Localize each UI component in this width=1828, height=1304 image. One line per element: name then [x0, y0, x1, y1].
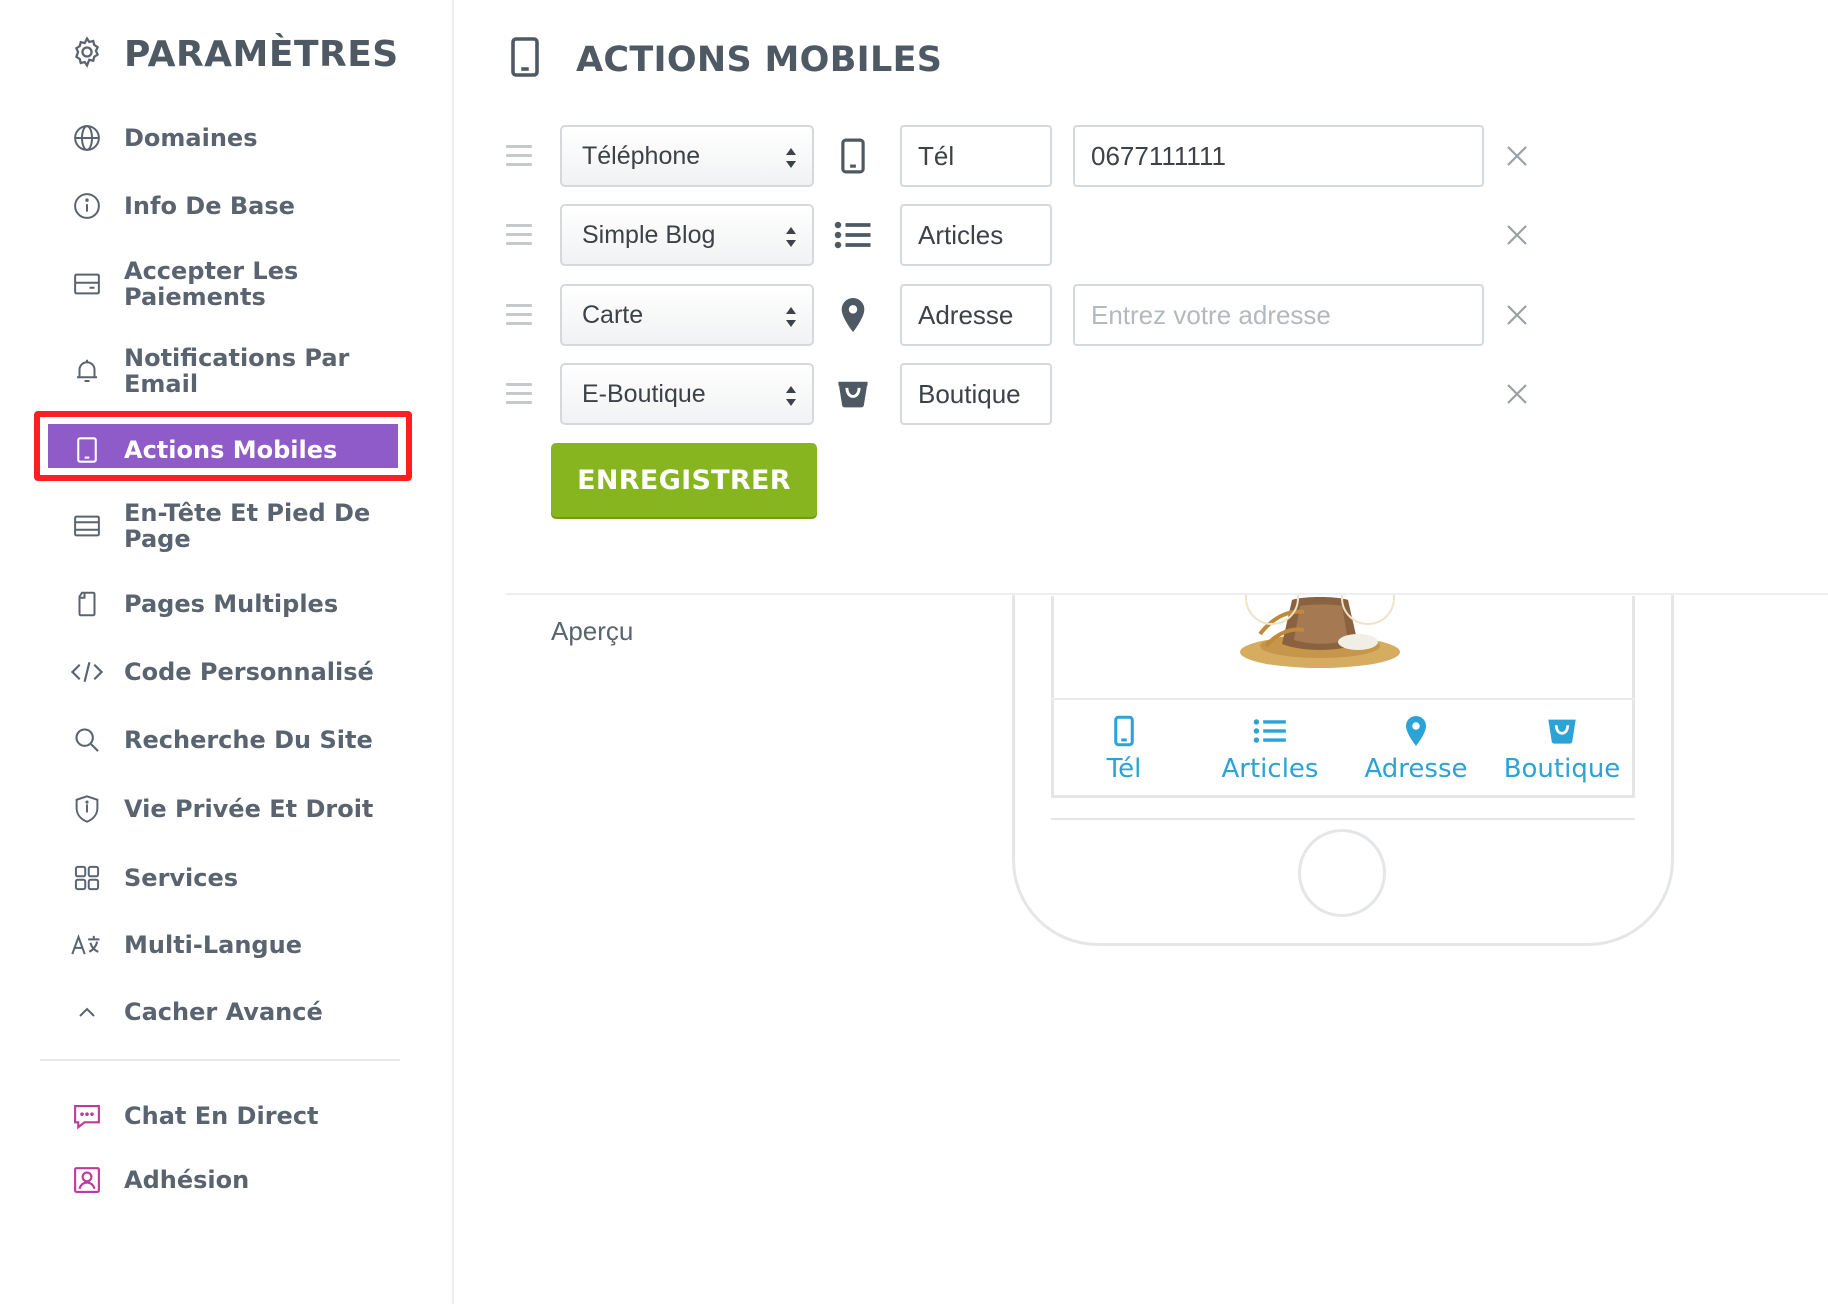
preview-tab-label: Boutique: [1503, 754, 1621, 784]
sidebar-item-recherche-du-site[interactable]: Recherche Du Site: [70, 723, 404, 757]
phone-number-input[interactable]: [1073, 125, 1484, 187]
phone-icon: [1107, 714, 1141, 748]
phone-home-button: [1298, 829, 1386, 917]
code-icon: [70, 655, 104, 689]
preview-image-mask: [1008, 462, 1678, 594]
sidebar-item-multi-langue[interactable]: Multi-Langue: [70, 928, 404, 962]
sidebar-item-label: Adhésion: [124, 1166, 250, 1194]
drag-handle-icon[interactable]: [506, 383, 532, 405]
select-arrows-icon: [786, 148, 796, 168]
search-icon: [70, 723, 104, 757]
sidebar-header: PARAMÈTRES: [70, 34, 399, 75]
select-value: E-Boutique: [582, 379, 706, 408]
drag-handle-icon[interactable]: [506, 145, 532, 167]
close-icon[interactable]: [1502, 141, 1532, 171]
close-icon[interactable]: [1502, 300, 1532, 330]
sidebar-item-services[interactable]: Services: [70, 861, 404, 895]
sidebar-item-label: Chat En Direct: [124, 1102, 319, 1130]
preview-tab-label: Articles: [1221, 754, 1319, 784]
chat-icon: [70, 1099, 104, 1133]
sidebar-item-vie-privee-et-droit[interactable]: Vie Privée Et Droit: [70, 792, 404, 826]
preview-tab-articles[interactable]: Articles: [1197, 700, 1343, 798]
grid-icon: [70, 861, 104, 895]
sidebar-title: PARAMÈTRES: [124, 34, 399, 75]
action-type-select[interactable]: Simple Blog: [560, 204, 814, 266]
mobile-action-bar: Tél Articles Adresse Boutique: [1051, 698, 1635, 798]
sidebar-item-label: Recherche Du Site: [124, 726, 373, 754]
select-value: Simple Blog: [582, 220, 716, 249]
close-icon[interactable]: [1502, 379, 1532, 409]
sidebar-item-code-personnalise[interactable]: Code Personnalisé: [70, 655, 404, 689]
sidebar-item-adhesion[interactable]: Adhésion: [70, 1163, 404, 1197]
action-type-select[interactable]: Carte: [560, 284, 814, 346]
address-input[interactable]: [1073, 284, 1484, 346]
sidebar-item-en-tete-et-pied-de-page[interactable]: En-Tête Et Pied De Page: [70, 500, 404, 552]
map-pin-icon: [834, 296, 872, 334]
action-label-input[interactable]: [900, 363, 1052, 425]
list-icon: [1253, 714, 1287, 748]
sidebar-item-label: Services: [124, 864, 239, 892]
phone-icon: [510, 36, 540, 83]
pages-icon: [70, 587, 104, 621]
preview-tab-tel[interactable]: Tél: [1051, 700, 1197, 798]
sidebar-item-actions-mobiles[interactable]: Actions Mobiles: [70, 433, 404, 467]
close-icon[interactable]: [1502, 220, 1532, 250]
chevron-up-icon: [70, 995, 104, 1029]
sidebar-item-pages-multiples[interactable]: Pages Multiples: [70, 587, 404, 621]
settings-sidebar: PARAMÈTRES Domaines Info De Base Accepte…: [0, 0, 454, 1304]
sidebar-item-label: Multi-Langue: [124, 931, 302, 959]
action-label-input[interactable]: [900, 284, 1052, 346]
preview-tab-boutique[interactable]: Boutique: [1489, 700, 1635, 798]
page-title: ACTIONS MOBILES: [576, 39, 943, 80]
drag-handle-icon[interactable]: [506, 304, 532, 326]
shop-bag-icon: [1545, 714, 1579, 748]
sidebar-item-label: Actions Mobiles: [124, 436, 338, 464]
tablet-icon: [70, 433, 104, 467]
preview-tab-label: Tél: [1106, 754, 1142, 784]
action-row-telephone: Téléphone: [0, 125, 1828, 187]
sidebar-item-chat-en-direct[interactable]: Chat En Direct: [70, 1099, 404, 1133]
sidebar-divider: [40, 1059, 400, 1061]
main-header: ACTIONS MOBILES: [510, 36, 942, 83]
gear-icon: [70, 35, 104, 74]
drag-handle-icon[interactable]: [506, 224, 532, 246]
phone-screen-bottom-line: [1051, 818, 1635, 820]
action-label-input[interactable]: [900, 204, 1052, 266]
sidebar-item-label: Vie Privée Et Droit: [124, 795, 374, 823]
action-label-input[interactable]: [900, 125, 1052, 187]
sidebar-item-label: En-Tête Et Pied De Page: [124, 499, 371, 553]
member-icon: [70, 1163, 104, 1197]
sidebar-item-label: Cacher Avancé: [124, 998, 323, 1026]
map-pin-icon: [1399, 714, 1433, 748]
select-arrows-icon: [786, 227, 796, 247]
select-arrows-icon: [786, 386, 796, 406]
list-icon: [834, 216, 872, 254]
select-value: Téléphone: [582, 141, 701, 170]
sidebar-item-label: Code Personnalisé: [124, 658, 374, 686]
action-type-select[interactable]: Téléphone: [560, 125, 814, 187]
select-arrows-icon: [786, 307, 796, 327]
save-button[interactable]: ENREGISTRER: [551, 443, 817, 517]
action-row-carte: Carte: [0, 284, 1828, 346]
preview-tab-label: Adresse: [1364, 754, 1468, 784]
action-row-e-boutique: E-Boutique: [0, 363, 1828, 425]
layout-icon: [70, 509, 104, 543]
action-type-select[interactable]: E-Boutique: [560, 363, 814, 425]
shield-icon: [70, 792, 104, 826]
sidebar-item-cacher-avance[interactable]: Cacher Avancé: [70, 995, 404, 1029]
sidebar-item-label: Pages Multiples: [124, 590, 339, 618]
select-value: Carte: [582, 300, 644, 329]
phone-icon: [834, 137, 872, 175]
preview-label: Aperçu: [551, 616, 634, 646]
shop-bag-icon: [834, 375, 872, 413]
preview-tab-adresse[interactable]: Adresse: [1343, 700, 1489, 798]
action-row-simple-blog: Simple Blog: [0, 204, 1828, 266]
section-divider: [506, 593, 1828, 595]
translate-icon: [70, 928, 104, 962]
